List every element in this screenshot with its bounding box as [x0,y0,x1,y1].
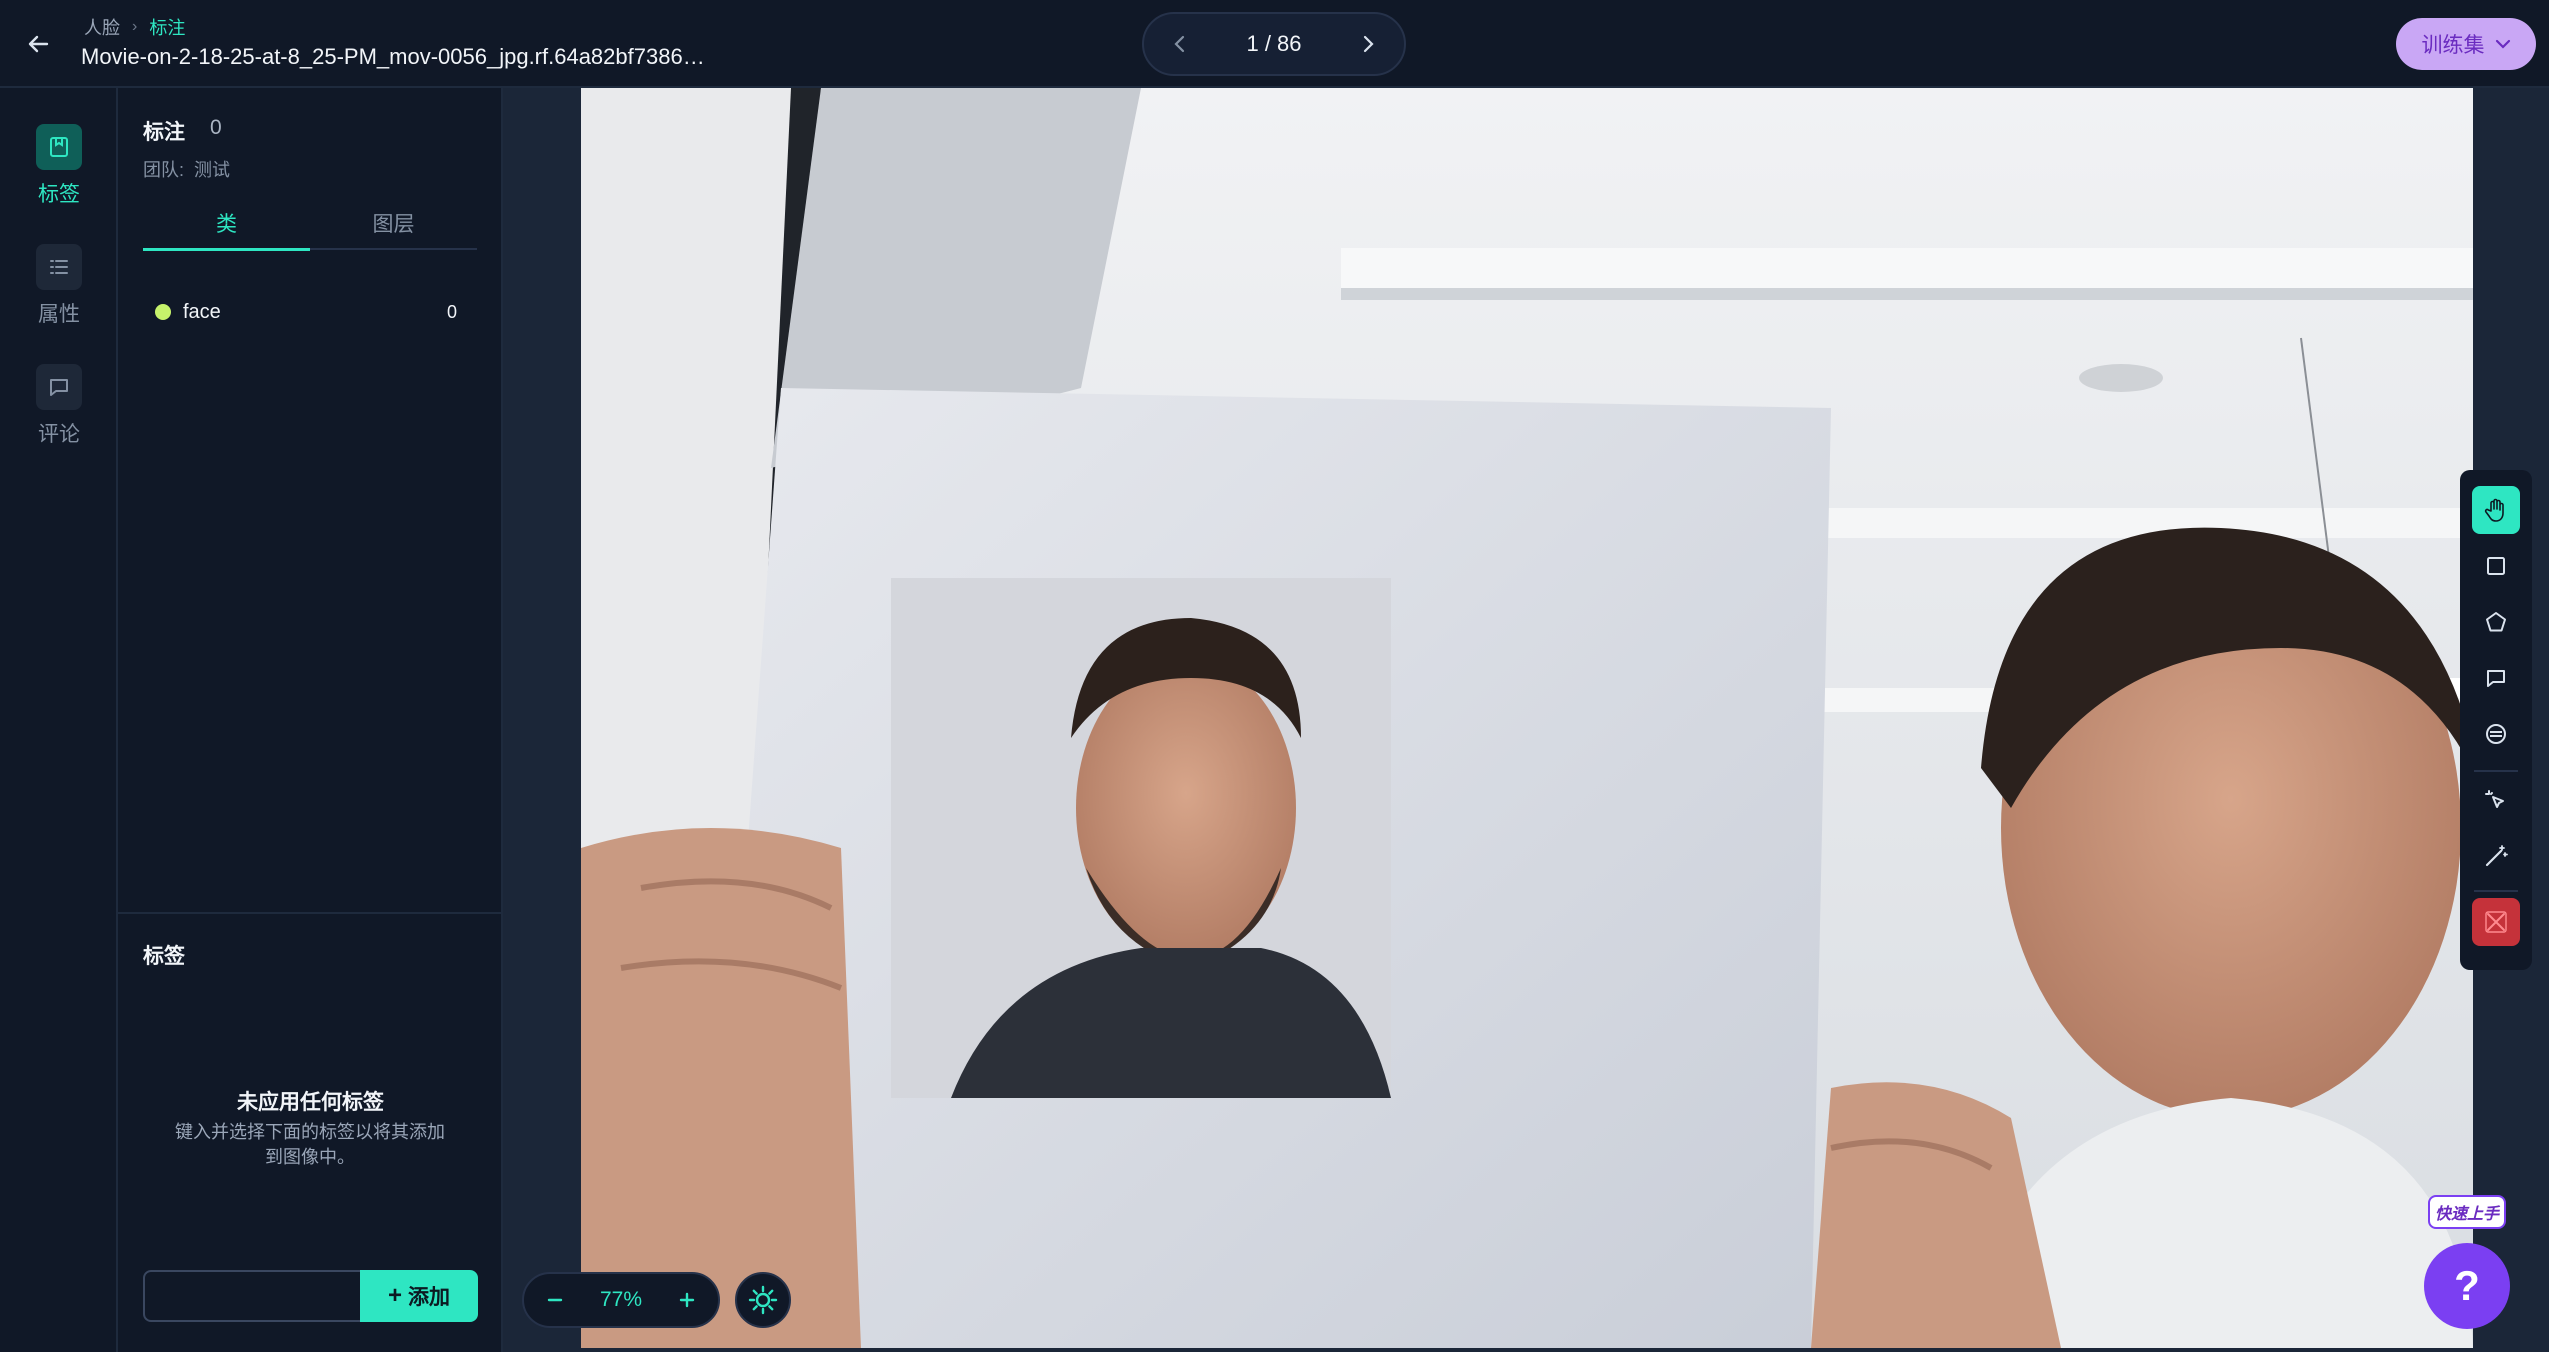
comment-icon [2487,670,2505,687]
left-nav: 标签 属性 评论 [0,88,118,1352]
hand-tool-button[interactable] [2472,486,2520,534]
dataset-split-dropdown[interactable]: 训练集 [2396,18,2536,70]
zoom-in-button[interactable] [671,1284,703,1316]
tab-layers[interactable]: 图层 [310,208,477,248]
annotations-title: 标注 [143,121,185,144]
nav-attributes-label: 属性 [38,303,80,326]
tags-empty-title: 未应用任何标签 [237,1091,384,1114]
plus-icon: + [387,1282,402,1309]
add-tag-label: 添加 [408,1286,450,1309]
annotation-canvas[interactable] [503,88,2549,1352]
image-filename: Movie-on-2-18-25-at-8_25-PM_mov-0056_jpg… [81,44,705,69]
zoom-control: 77% [522,1272,720,1328]
tags-empty-description: 键入并选择下面的标签以将其添加到图像中。 [175,1122,445,1167]
sun-icon [748,1285,778,1315]
team-name: 测试 [194,160,231,180]
brightness-button[interactable] [735,1272,791,1328]
nav-tags[interactable]: 标签 [0,124,118,208]
magic-pointer-tool-button[interactable] [2472,776,2520,824]
magic-pointer-icon [2485,790,2504,808]
next-image-button[interactable] [1350,26,1386,62]
clear-icon [2485,911,2507,933]
team-label: 团队: [143,160,185,180]
quick-start-badge[interactable]: 快速上手 [2428,1195,2506,1229]
help-button[interactable]: ? [2424,1243,2510,1329]
plus-icon [680,1292,695,1308]
magic-wand-icon [2485,845,2508,867]
pager-count: 1 / 86 [1246,31,1302,56]
toolbar-divider [2474,890,2518,892]
polygon-tool-button[interactable] [2472,598,2520,646]
arrow-left-icon [28,35,49,53]
top-bar: 人脸 › 标注 Movie-on-2-18-25-at-8_25-PM_mov-… [0,0,2549,88]
back-button[interactable] [20,26,56,62]
dataset-split-label: 训练集 [2421,34,2485,57]
rectangle-tool-button[interactable] [2472,542,2520,590]
zoom-out-button[interactable] [539,1284,571,1316]
panel-divider [118,912,501,914]
team-info: 团队: 测试 [143,156,230,182]
chevron-right-icon [1363,35,1374,53]
class-count: 0 [446,301,457,322]
polygon-icon [2486,612,2506,632]
tab-classes[interactable]: 类 [143,208,310,251]
nav-comments-label: 评论 [38,423,80,446]
smart-select-tool-button[interactable] [2472,710,2520,758]
add-tag-button[interactable]: + 添加 [360,1270,478,1322]
class-name: face [183,300,221,323]
comment-icon [36,364,82,410]
nav-tags-label: 标签 [38,183,80,206]
annotations-count: 0 [210,116,222,139]
breadcrumb-current: 标注 [149,18,186,38]
tags-title: 标签 [143,945,185,968]
chevron-right-icon: › [132,18,138,35]
rectangle-icon [2487,557,2505,575]
class-item-face[interactable]: face 0 [143,294,477,330]
image-pager: 1 / 86 [1142,12,1406,76]
smart-select-icon [2486,724,2506,744]
chevron-left-icon [1174,35,1185,53]
breadcrumb-project[interactable]: 人脸 [84,14,120,40]
panel-tabs: 类 图层 [143,208,477,251]
class-color-dot [155,304,171,320]
hand-icon [2484,498,2504,522]
tag-input[interactable] [143,1270,361,1322]
clear-tool-button[interactable] [2472,898,2520,946]
tool-bar [2460,470,2532,970]
list-icon [36,244,82,290]
prev-image-button[interactable] [1162,26,1198,62]
toolbar-divider [2474,770,2518,772]
comment-tool-button[interactable] [2472,654,2520,702]
zoom-level: 77% [599,1288,642,1311]
annotation-image[interactable] [581,88,2473,1348]
magic-wand-tool-button[interactable] [2472,832,2520,880]
tag-icon [36,124,82,170]
minus-icon [547,1298,562,1302]
annotation-panel: 标注 0 团队: 测试 类 图层 face 0 标签 未应用任何标签 键入并选择下… [118,88,503,1352]
breadcrumb: 人脸 › 标注 [84,14,185,40]
nav-comments[interactable]: 评论 [0,364,118,448]
chevron-down-icon [2495,39,2510,49]
nav-attributes[interactable]: 属性 [0,244,118,328]
image-content [581,88,2473,1348]
